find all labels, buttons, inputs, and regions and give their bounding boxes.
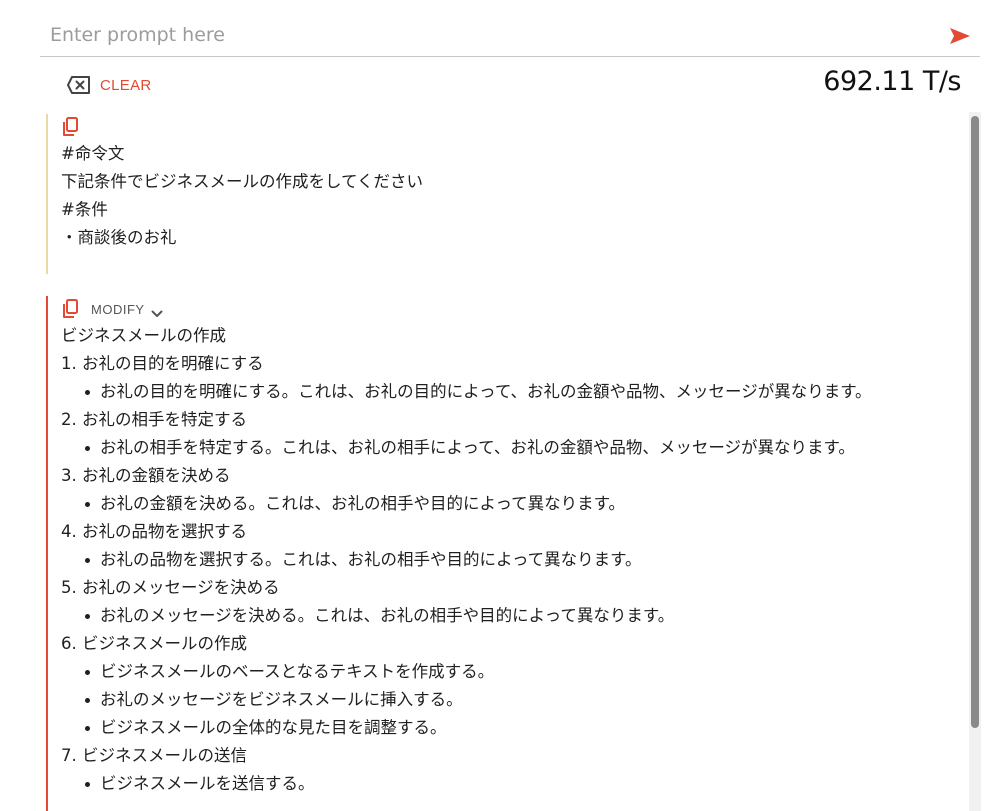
user-line: 下記条件でビジネスメールの作成をしてください bbox=[61, 172, 424, 191]
section-heading: 7. ビジネスメールの送信 bbox=[61, 746, 247, 765]
section-heading: 1. お礼の目的を明確にする bbox=[61, 354, 264, 373]
clear-box-icon bbox=[66, 74, 92, 96]
prompt-bar bbox=[40, 14, 980, 57]
bullet-list: ビジネスメールのベースとなるテキストを作成する。 お礼のメッセージをビジネスメー… bbox=[61, 658, 966, 742]
section-heading: 2. お礼の相手を特定する bbox=[61, 410, 247, 429]
section-heading: 3. お礼の金額を決める bbox=[61, 466, 231, 485]
modify-label: MODIFY bbox=[91, 301, 145, 317]
assistant-message: MODIFY ビジネスメールの作成 1. お礼の目的を明確にする お礼の目的を明… bbox=[46, 296, 966, 811]
user-message-header bbox=[61, 114, 966, 140]
bullet-item: お礼のメッセージをビジネスメールに挿入する。 bbox=[61, 686, 966, 714]
bullet-list: お礼の金額を決める。これは、お礼の相手や目的によって異なります。 bbox=[61, 490, 966, 518]
response-title: ビジネスメールの作成 bbox=[61, 326, 226, 345]
send-arrow-icon bbox=[950, 28, 970, 44]
section-heading: 6. ビジネスメールの作成 bbox=[61, 634, 247, 653]
user-message: #命令文 下記条件でビジネスメールの作成をしてください #条件 ・商談後のお礼 bbox=[46, 114, 966, 274]
clear-button[interactable]: CLEAR bbox=[66, 72, 152, 98]
bullet-item: お礼の相手を特定する。これは、お礼の相手によって、お礼の金額や品物、メッセージが… bbox=[61, 434, 966, 462]
user-line: #命令文 bbox=[61, 144, 125, 163]
clear-label: CLEAR bbox=[100, 76, 152, 94]
bullet-list: ビジネスメールを送信する。 bbox=[61, 770, 966, 798]
bullet-item: ビジネスメールのベースとなるテキストを作成する。 bbox=[61, 658, 966, 686]
bullet-item: お礼のメッセージを決める。これは、お礼の相手や目的によって異なります。 bbox=[61, 602, 966, 630]
message-list: #命令文 下記条件でビジネスメールの作成をしてください #条件 ・商談後のお礼 … bbox=[46, 114, 966, 811]
scrollbar-thumb[interactable] bbox=[971, 116, 979, 728]
chat-page: CLEAR 692.11 T/s #命令文 下記条件でビジネスメールの作成をして… bbox=[0, 0, 999, 811]
user-line: ・商談後のお礼 bbox=[61, 228, 177, 247]
copy-icon[interactable] bbox=[61, 298, 79, 320]
bullet-item: ビジネスメールを送信する。 bbox=[61, 770, 966, 798]
prompt-input[interactable] bbox=[48, 20, 932, 50]
bullet-item: お礼の金額を決める。これは、お礼の相手や目的によって異なります。 bbox=[61, 490, 966, 518]
bullet-item: ビジネスメールの全体的な見た目を調整する。 bbox=[61, 714, 966, 742]
bullet-list: お礼の目的を明確にする。これは、お礼の目的によって、お礼の金額や品物、メッセージ… bbox=[61, 378, 966, 406]
chevron-down-icon bbox=[151, 304, 163, 317]
bullet-list: お礼の品物を選択する。これは、お礼の相手や目的によって異なります。 bbox=[61, 546, 966, 574]
user-line: #条件 bbox=[61, 200, 108, 219]
tokens-per-second: 692.11 T/s bbox=[823, 66, 961, 97]
assistant-message-header: MODIFY bbox=[61, 296, 966, 322]
bullet-list: お礼のメッセージを決める。これは、お礼の相手や目的によって異なります。 bbox=[61, 602, 966, 630]
section-heading: 5. お礼のメッセージを決める bbox=[61, 578, 280, 597]
modify-dropdown[interactable]: MODIFY bbox=[91, 302, 163, 317]
send-button[interactable] bbox=[948, 26, 972, 46]
bullet-list: お礼の相手を特定する。これは、お礼の相手によって、お礼の金額や品物、メッセージが… bbox=[61, 434, 966, 462]
copy-icon[interactable] bbox=[61, 116, 79, 138]
section-heading: 4. お礼の品物を選択する bbox=[61, 522, 247, 541]
scrollbar-track[interactable] bbox=[969, 112, 981, 811]
bullet-item: お礼の品物を選択する。これは、お礼の相手や目的によって異なります。 bbox=[61, 546, 966, 574]
bullet-item: お礼の目的を明確にする。これは、お礼の目的によって、お礼の金額や品物、メッセージ… bbox=[61, 378, 966, 406]
